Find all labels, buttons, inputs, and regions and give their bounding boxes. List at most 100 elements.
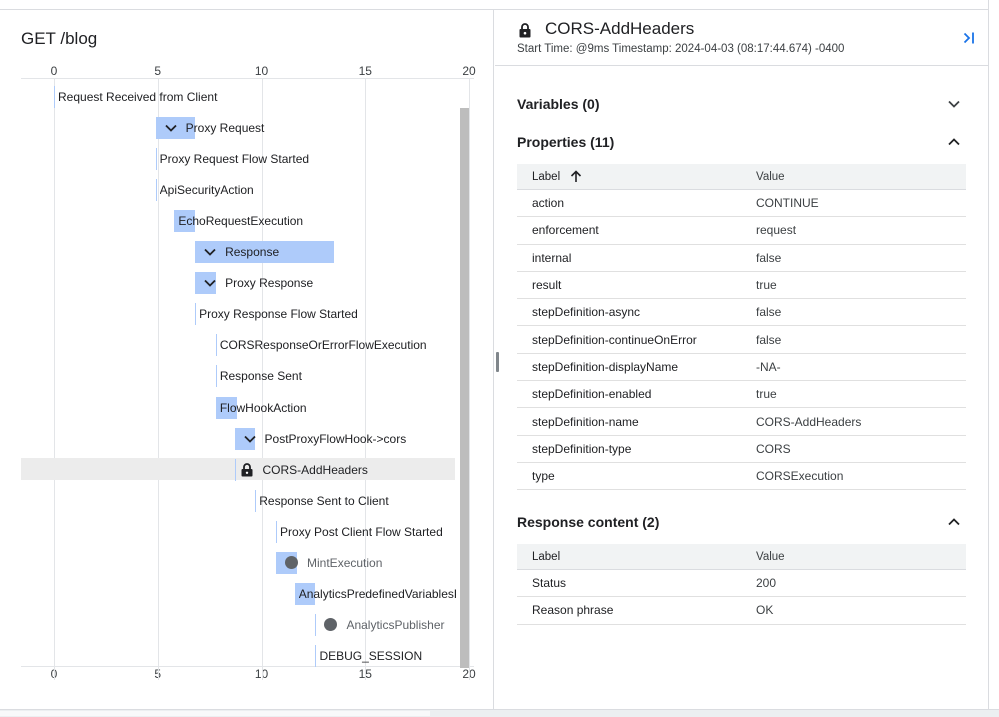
response-content-section-title[interactable]: Response content (2) (517, 514, 659, 530)
event-label: Response (225, 245, 280, 260)
row-value: false (756, 250, 782, 265)
event-label-clip: DEBUG_SESSION (319, 645, 456, 667)
event-label: AnalyticsPublisher (346, 617, 445, 632)
table-row: internal false (517, 245, 966, 272)
event-marker-line (255, 489, 257, 512)
event-label: Response Sent to Client (259, 493, 389, 508)
row-value: -NA- (756, 359, 781, 374)
axis-tick-top: 10 (254, 64, 269, 78)
event-marker-line (155, 179, 157, 202)
event-label-clip: Proxy Response Flow Started (199, 303, 456, 325)
table-row: stepDefinition-enabled true (517, 381, 966, 409)
horizontal-scrollbar-thumb[interactable] (0, 711, 430, 716)
expand-chevron-icon[interactable] (203, 276, 217, 290)
axis-tick-top: 20 (462, 64, 476, 78)
timeline-scrollbar[interactable] (460, 108, 469, 668)
event-marker-line (315, 644, 317, 667)
table-row: stepDefinition-continueOnError false (517, 326, 966, 354)
row-label: internal (532, 250, 572, 265)
event-marker-line (195, 303, 197, 326)
value-column-header: Value (756, 550, 785, 563)
event-label-clip: Response (225, 241, 456, 263)
axis-tick-top: 0 (50, 64, 58, 78)
row-label: action (532, 196, 565, 211)
status-dot-icon (324, 618, 338, 632)
event-label: FlowHookAction (219, 400, 307, 415)
label-column-text: Label (532, 170, 561, 183)
event-label-clip: AnalyticsPredefinedVariablesP (299, 583, 456, 605)
event-label: Response Sent (219, 369, 302, 384)
details-panel: CORS-AddHeaders Start Time: @9ms Timesta… (495, 10, 988, 709)
event-label: Proxy Response Flow Started (199, 307, 358, 322)
event-label: Proxy Response (225, 276, 314, 291)
row-label: type (532, 469, 555, 484)
event-label: CORSResponseOrErrorFlowExecution (219, 338, 427, 353)
table-row: stepDefinition-displayName -NA- (517, 354, 966, 382)
row-value: request (756, 223, 797, 238)
right-border (988, 0, 989, 712)
event-label: Proxy Request (185, 121, 265, 136)
collapse-panel-button[interactable] (961, 30, 977, 46)
event-label: ApiSecurityAction (159, 183, 254, 198)
row-value: false (756, 332, 782, 347)
properties-section-title[interactable]: Properties (11) (517, 134, 614, 150)
event-marker-line (315, 613, 317, 636)
event-label-clip: CORS-AddHeaders (263, 459, 456, 481)
event-label: PostProxyFlowHook->cors (264, 431, 407, 446)
axis-tick-top: 5 (154, 64, 162, 78)
row-value: true (756, 387, 777, 402)
row-label: Reason phrase (532, 603, 614, 618)
row-label: enforcement (532, 223, 599, 238)
event-marker-line (215, 334, 217, 357)
row-label: stepDefinition-displayName (532, 359, 679, 374)
top-axis-line (21, 78, 474, 79)
event-marker-line (276, 520, 278, 543)
row-label: Status (532, 576, 567, 591)
event-label-clip: ApiSecurityAction (160, 179, 456, 201)
response-content-table: Label Value Status 200 Reason phrase OK (517, 544, 966, 625)
event-label: AnalyticsPredefinedVariablesP (298, 586, 456, 601)
event-label: Request Received from Client (58, 90, 218, 104)
chevron-down-icon[interactable] (947, 97, 961, 111)
expand-chevron-icon[interactable] (203, 245, 217, 259)
table-row: stepDefinition-type CORS (517, 436, 966, 463)
expand-chevron-icon[interactable] (243, 432, 257, 446)
label-column-header[interactable]: Label (532, 164, 582, 189)
row-label: stepDefinition-continueOnError (532, 332, 697, 347)
event-label-clip: MintExecution (307, 552, 456, 574)
row-label: stepDefinition-type (532, 441, 632, 456)
sort-ascending-icon[interactable] (570, 170, 582, 183)
chevron-up-icon[interactable] (947, 515, 961, 529)
event-label-clip: Proxy Request Flow Started (160, 148, 456, 170)
event-marker-line (155, 148, 157, 171)
properties-table: Label Value action CONTINUE enforcement req… (517, 164, 966, 491)
table-row: Status 200 (517, 570, 966, 598)
table-row: enforcement request (517, 217, 966, 245)
event-label-clip: CORSResponseOrErrorFlowExecution (220, 334, 456, 356)
timeline-panel: GET /blog 05101520 05101520 Request Rece… (0, 10, 494, 709)
expand-chevron-icon[interactable] (164, 121, 178, 135)
page-title: GET /blog (21, 29, 98, 48)
row-label: result (532, 278, 562, 293)
event-label-clip: Proxy Response (225, 272, 456, 294)
value-column-header: Value (756, 170, 785, 183)
event-label-clip: EchoRequestExecution (178, 210, 456, 232)
row-value: true (756, 278, 777, 293)
horizontal-scrollbar[interactable] (0, 709, 999, 717)
gridline (54, 78, 55, 680)
event-label-clip: Proxy Request (186, 117, 456, 139)
event-label-clip: Proxy Post Client Flow Started (280, 521, 456, 543)
row-label: stepDefinition-name (532, 414, 639, 429)
event-label-clip: PostProxyFlowHook->cors (265, 428, 456, 450)
axis-tick-top: 15 (358, 64, 372, 78)
row-value: CORS-AddHeaders (756, 414, 862, 429)
event-label: Proxy Post Client Flow Started (280, 524, 443, 539)
variables-section-title[interactable]: Variables (0) (517, 96, 600, 112)
table-row: Reason phrase OK (517, 597, 966, 625)
event-label-clip: Response Sent to Client (259, 490, 456, 512)
chevron-up-icon[interactable] (947, 135, 961, 149)
table-row: result true (517, 272, 966, 300)
response-table-header: Label Value (517, 544, 966, 570)
event-marker-line (54, 86, 55, 108)
gridline (157, 78, 159, 680)
